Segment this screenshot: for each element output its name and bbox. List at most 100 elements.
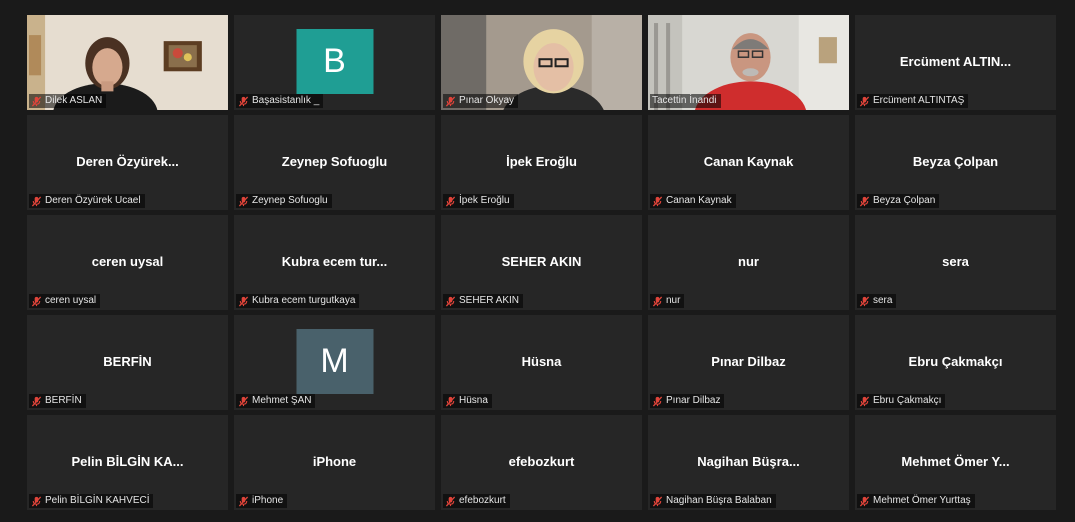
participant-name-label: Başasistanlık _ <box>236 94 324 108</box>
muted-microphone-icon <box>31 296 42 307</box>
participant-name-label: Mehmet ŞAN <box>236 394 316 408</box>
participant-display-name: Zeynep Sofuoglu <box>281 153 388 169</box>
participant-name: Mehmet ŞAN <box>252 395 312 406</box>
participant-tile[interactable]: Deren Özyürek... Deren Özyürek Ucael <box>27 115 228 210</box>
participant-display-name: sera <box>942 253 969 269</box>
participant-tile[interactable]: Zeynep Sofuoglu Zeynep Sofuoglu <box>234 115 435 210</box>
participant-display-name: Canan Kaynak <box>703 153 794 169</box>
participant-name-label: Kubra ecem turgutkaya <box>236 294 360 308</box>
participant-name: SEHER AKIN <box>459 295 520 306</box>
participant-tile[interactable]: ceren uysal ceren uysal <box>27 215 228 310</box>
participant-name: Nagihan Büşra Balaban <box>666 495 772 506</box>
participant-tile[interactable]: Beyza Çolpan Beyza Çolpan <box>855 115 1056 210</box>
muted-microphone-icon <box>652 196 663 207</box>
participant-tile[interactable]: sera sera <box>855 215 1056 310</box>
participant-name: Pınar Okyay <box>459 95 515 106</box>
participant-tile[interactable]: Ercüment ALTIN... Ercüment ALTINTAŞ <box>855 15 1056 110</box>
participant-name: iPhone <box>252 495 284 506</box>
participant-name: Canan Kaynak <box>666 195 732 206</box>
muted-microphone-icon <box>238 496 249 507</box>
participant-name-label: Deren Özyürek Ucael <box>29 194 145 208</box>
muted-microphone-icon <box>652 496 663 507</box>
participant-tile[interactable]: M Mehmet ŞAN <box>234 315 435 410</box>
participant-tile[interactable]: İpek Eroğlu İpek Eroğlu <box>441 115 642 210</box>
participant-display-name: Mehmet Ömer Y... <box>901 453 1010 469</box>
muted-microphone-icon <box>859 496 870 507</box>
participant-display-name: Pınar Dilbaz <box>711 353 786 369</box>
participant-name-label: efebozkurt <box>443 494 510 508</box>
participant-tile[interactable]: Tacettin İnandi <box>648 15 849 110</box>
muted-microphone-icon <box>238 96 249 107</box>
participant-tile[interactable]: Dilek ASLAN <box>27 15 228 110</box>
participant-name-label: Hüsna <box>443 394 492 408</box>
participant-display-name: efebozkurt <box>508 453 575 469</box>
participant-tile[interactable]: nur nur <box>648 215 849 310</box>
participant-display-name: Ercüment ALTIN... <box>899 53 1012 69</box>
participant-tile[interactable]: Nagihan Büşra... Nagihan Büşra Balaban <box>648 415 849 510</box>
participant-name: İpek Eroğlu <box>459 195 510 206</box>
participant-name: Beyza Çolpan <box>873 195 936 206</box>
participant-display-name: İpek Eroğlu <box>506 153 577 169</box>
participant-name-label: Zeynep Sofuoglu <box>236 194 332 208</box>
muted-microphone-icon <box>445 296 456 307</box>
participant-display-name: Pelin BİLGİN KA... <box>71 453 184 469</box>
participant-name-label: Ebru Çakmakçı <box>857 394 946 408</box>
muted-microphone-icon <box>238 396 249 407</box>
muted-microphone-icon <box>31 396 42 407</box>
participant-name: Pelin BİLGİN KAHVECİ <box>45 495 150 506</box>
participant-name: Mehmet Ömer Yurttaş <box>873 495 971 506</box>
muted-microphone-icon <box>445 496 456 507</box>
participant-display-name: SEHER AKIN <box>501 253 582 269</box>
muted-microphone-icon <box>31 96 42 107</box>
participant-name: Kubra ecem turgutkaya <box>252 295 356 306</box>
participant-tile[interactable]: BERFİN BERFİN <box>27 315 228 410</box>
participant-tile[interactable]: Pelin BİLGİN KA... Pelin BİLGİN KAHVECİ <box>27 415 228 510</box>
participant-display-name: ceren uysal <box>91 253 164 269</box>
participant-name-label: Nagihan Büşra Balaban <box>650 494 776 508</box>
muted-microphone-icon <box>445 96 456 107</box>
participant-name: Deren Özyürek Ucael <box>45 195 141 206</box>
participant-tile[interactable]: SEHER AKIN SEHER AKIN <box>441 215 642 310</box>
participant-name: sera <box>873 295 893 306</box>
participant-display-name: iPhone <box>312 453 357 469</box>
participant-name-label: sera <box>857 294 897 308</box>
gallery-view: Dilek ASLAN B Başasistanlık _ Pınar Okyay … <box>27 15 1056 512</box>
participant-name-label: Pelin BİLGİN KAHVECİ <box>29 494 154 508</box>
participant-tile[interactable]: Kubra ecem tur... Kubra ecem turgutkaya <box>234 215 435 310</box>
participant-name: Ercüment ALTINTAŞ <box>873 95 965 106</box>
participant-tile[interactable]: Ebru Çakmakçı Ebru Çakmakçı <box>855 315 1056 410</box>
participant-name: Ebru Çakmakçı <box>873 395 942 406</box>
participant-name: ceren uysal <box>45 295 97 306</box>
muted-microphone-icon <box>238 196 249 207</box>
participant-name: Pınar Dilbaz <box>666 395 721 406</box>
participant-tile[interactable]: Pınar Okyay <box>441 15 642 110</box>
participant-name-label: Ercüment ALTINTAŞ <box>857 94 969 108</box>
participant-name: nur <box>666 295 681 306</box>
muted-microphone-icon <box>652 296 663 307</box>
participant-name: Zeynep Sofuoglu <box>252 195 328 206</box>
participant-tile[interactable]: efebozkurt efebozkurt <box>441 415 642 510</box>
participant-tile[interactable]: Hüsna Hüsna <box>441 315 642 410</box>
participant-name-label: Tacettin İnandi <box>650 94 721 108</box>
participant-name: Tacettin İnandi <box>652 95 717 106</box>
participant-name-label: Beyza Çolpan <box>857 194 940 208</box>
muted-microphone-icon <box>31 196 42 207</box>
participant-tile[interactable]: iPhone iPhone <box>234 415 435 510</box>
participant-name-label: Dilek ASLAN <box>29 94 107 108</box>
muted-microphone-icon <box>859 296 870 307</box>
participant-name-label: ceren uysal <box>29 294 101 308</box>
participant-tile[interactable]: Canan Kaynak Canan Kaynak <box>648 115 849 210</box>
participant-tile[interactable]: Pınar Dilbaz Pınar Dilbaz <box>648 315 849 410</box>
participant-display-name: BERFİN <box>103 353 152 369</box>
participant-display-name: Hüsna <box>521 353 562 369</box>
participant-name-label: iPhone <box>236 494 288 508</box>
participant-name-label: nur <box>650 294 685 308</box>
participant-display-name: Deren Özyürek... <box>76 153 179 169</box>
participant-name: efebozkurt <box>459 495 506 506</box>
participant-name-label: SEHER AKIN <box>443 294 524 308</box>
participant-name-label: Pınar Okyay <box>443 94 519 108</box>
participant-name-label: Pınar Dilbaz <box>650 394 725 408</box>
participant-tile[interactable]: B Başasistanlık _ <box>234 15 435 110</box>
participant-display-name: nur <box>738 253 759 269</box>
participant-tile[interactable]: Mehmet Ömer Y... Mehmet Ömer Yurttaş <box>855 415 1056 510</box>
